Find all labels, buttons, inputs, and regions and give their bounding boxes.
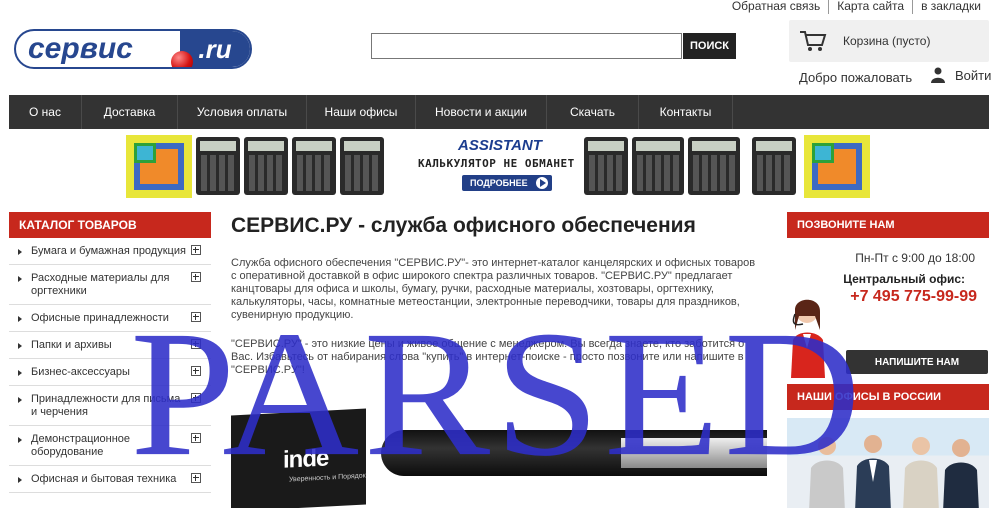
- search-input[interactable]: [371, 33, 682, 59]
- expand-plus-icon[interactable]: [191, 339, 201, 349]
- catalog-title: КАТАЛОГ ТОВАРОВ: [9, 212, 211, 238]
- catalog-item-label: Бумага и бумажная продукция: [31, 245, 186, 257]
- expand-plus-icon[interactable]: [191, 366, 201, 376]
- bullet-icon: [18, 397, 22, 403]
- banner-more-label: ПОДРОБНЕЕ: [470, 178, 528, 188]
- catalog-item[interactable]: Бумага и бумажная продукция: [9, 238, 211, 265]
- sitemap-link[interactable]: Карта сайта: [829, 0, 914, 14]
- calculator-image: [244, 137, 288, 195]
- search-button[interactable]: ПОИСК: [683, 33, 736, 59]
- promo-banner[interactable]: ASSISTANT КАЛЬКУЛЯТОР НЕ ОБМАНЕТ ПОДРОБН…: [126, 135, 870, 198]
- catalog-item[interactable]: Бизнес-аксессуары: [9, 359, 211, 386]
- bullet-icon: [18, 477, 22, 483]
- expand-plus-icon[interactable]: [191, 393, 201, 403]
- expand-plus-icon[interactable]: [191, 272, 201, 282]
- banner-frame-left: [126, 135, 192, 198]
- person-image: [903, 437, 939, 508]
- person-image: [943, 439, 979, 508]
- calculator-image: [752, 137, 796, 195]
- product-box-image: inde Уверенность и Порядок: [231, 408, 366, 508]
- bullet-icon: [18, 370, 22, 376]
- product-tagline: Уверенность и Порядок: [289, 472, 366, 484]
- intro-paragraph: Служба офисного обеспечения "СЕРВИС.РУ"-…: [231, 257, 756, 321]
- catalog-item-label: Папки и архивы: [31, 339, 112, 351]
- calculator-image: [292, 137, 336, 195]
- main-nav: О нас Доставка Условия оплаты Наши офисы…: [9, 95, 989, 129]
- page-title: СЕРВИС.РУ - служба офисного обеспечения: [231, 214, 696, 237]
- logo-text-left: сервис: [28, 32, 133, 65]
- person-image: [809, 437, 845, 508]
- expand-plus-icon[interactable]: [191, 245, 201, 255]
- nav-download[interactable]: Скачать: [547, 95, 639, 129]
- catalog-item[interactable]: Офисная и бытовая техника: [9, 466, 211, 493]
- operator-image: [791, 299, 825, 378]
- pen-tip-image: [621, 438, 767, 468]
- calculator-image: [340, 137, 384, 195]
- right-sidebar: ПОЗВОНИТЕ НАМ Пн-Пт с 9:00 до 18:00 Цент…: [787, 212, 989, 508]
- calculator-image: [584, 137, 628, 195]
- catalog-item[interactable]: Расходные материалы для оргтехники: [9, 265, 211, 305]
- nav-offices[interactable]: Наши офисы: [307, 95, 416, 129]
- work-hours: Пн-Пт с 9:00 до 18:00: [855, 251, 975, 265]
- nav-about[interactable]: О нас: [9, 95, 82, 129]
- search-bar: ПОИСК: [371, 33, 736, 59]
- bullet-icon: [18, 343, 22, 349]
- write-us-button[interactable]: НАПИШИТЕ НАМ: [846, 350, 988, 374]
- banner-frame-right: [804, 135, 870, 198]
- bullet-icon: [18, 276, 22, 282]
- expand-plus-icon[interactable]: [191, 433, 201, 443]
- main-content: СЕРВИС.РУ - служба офисного обеспечения …: [231, 214, 771, 377]
- product-brand: inde: [283, 444, 329, 474]
- catalog-item-label: Принадлежности для письма и черчения: [31, 393, 181, 418]
- calculator-image: [688, 137, 740, 195]
- nav-delivery[interactable]: Доставка: [82, 95, 178, 129]
- office-label: Центральный офис:: [843, 272, 965, 286]
- calculator-image: [632, 137, 684, 195]
- call-us-box: Пн-Пт с 9:00 до 18:00 Центральный офис: …: [787, 238, 989, 378]
- catalog-item-label: Офисные принадлежности: [31, 312, 169, 324]
- phone-number[interactable]: +7 495 775-99-99: [850, 288, 977, 306]
- cart-icon: [800, 31, 827, 51]
- banner-more-button[interactable]: ПОДРОБНЕЕ: [462, 175, 552, 191]
- second-paragraph: "СЕРВИС.РУ" - это низкие цены и живое об…: [231, 338, 745, 376]
- bullet-icon: [18, 437, 22, 443]
- bookmark-link[interactable]: в закладки: [913, 0, 981, 14]
- catalog-item-label: Бизнес-аксессуары: [31, 366, 130, 378]
- team-photo[interactable]: [787, 418, 989, 508]
- catalog-item-label: Расходные материалы для оргтехники: [31, 272, 170, 297]
- offices-title: НАШИ ОФИСЫ В РОССИИ: [787, 384, 989, 410]
- person-image: [855, 435, 891, 508]
- nav-news[interactable]: Новости и акции: [416, 95, 547, 129]
- catalog-item-label: Демонстрационное оборудование: [31, 433, 131, 458]
- expand-plus-icon[interactable]: [191, 312, 201, 322]
- feedback-link[interactable]: Обратная связь: [724, 0, 830, 14]
- calculator-image: [196, 137, 240, 195]
- logo-red-dot: [171, 51, 193, 67]
- offices-block: НАШИ ОФИСЫ В РОССИИ: [787, 384, 989, 508]
- top-links: Обратная связь Карта сайта в закладки: [724, 0, 981, 14]
- site-logo[interactable]: сервис .ru: [14, 29, 252, 69]
- call-us-title: ПОЗВОНИТЕ НАМ: [787, 212, 989, 238]
- arrow-right-icon: [535, 177, 548, 189]
- banner-slogan: КАЛЬКУЛЯТОР НЕ ОБМАНЕТ: [418, 157, 575, 170]
- expand-plus-icon[interactable]: [191, 473, 201, 483]
- catalog-item[interactable]: Принадлежности для письма и черчения: [9, 386, 211, 426]
- welcome-text: Добро пожаловать: [799, 70, 913, 85]
- cart-box[interactable]: Корзина (пусто): [789, 20, 989, 62]
- login-label: Войти: [955, 67, 992, 83]
- product-photo[interactable]: inde Уверенность и Порядок: [231, 408, 767, 508]
- cart-label: Корзина (пусто): [843, 34, 931, 48]
- catalog-item[interactable]: Офисные принадлежности: [9, 305, 211, 332]
- catalog-sidebar: КАТАЛОГ ТОВАРОВ Бумага и бумажная продук…: [9, 212, 211, 493]
- bullet-icon: [18, 249, 22, 255]
- user-icon: [931, 67, 945, 83]
- bullet-icon: [18, 316, 22, 322]
- catalog-item[interactable]: Демонстрационное оборудование: [9, 426, 211, 466]
- banner-brand: ASSISTANT: [458, 137, 542, 154]
- nav-payment[interactable]: Условия оплаты: [178, 95, 307, 129]
- login-link[interactable]: Войти: [931, 67, 991, 83]
- catalog-item-label: Офисная и бытовая техника: [31, 473, 177, 485]
- nav-contacts[interactable]: Контакты: [639, 95, 733, 129]
- catalog-item[interactable]: Папки и архивы: [9, 332, 211, 359]
